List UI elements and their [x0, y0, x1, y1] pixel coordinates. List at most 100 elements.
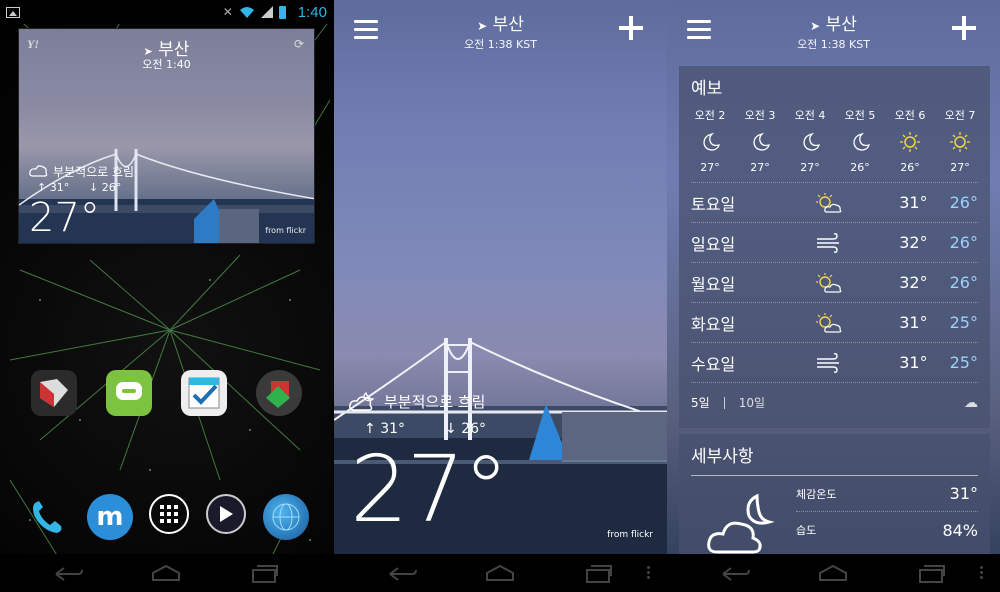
checklist-icon: [188, 377, 220, 409]
high-value: 31°: [380, 421, 406, 437]
moon-icon: [785, 123, 835, 161]
recents-icon: [919, 565, 946, 583]
city-label: 부산: [492, 15, 524, 35]
forecast-card: 예보 오전 2 27° 오전 3 27° 오전 4 27° 오전 5 26° 오…: [679, 66, 990, 428]
daily-row: 화요일 31° 25°: [691, 302, 978, 342]
dock: m: [0, 494, 333, 540]
home-button[interactable]: [816, 562, 850, 584]
hourly-item: 오전 4 27°: [785, 107, 835, 174]
location-arrow-icon: ➤: [810, 19, 821, 33]
day-high: 31°: [899, 313, 928, 332]
high-low: ↑ 31° ↓ 26°: [364, 421, 486, 437]
navigation-bar: [0, 554, 333, 592]
widget-high: ↑ 31°: [37, 181, 70, 194]
messenger-app[interactable]: m: [86, 494, 133, 540]
day-low: 25°: [949, 353, 978, 372]
daily-row: 수요일 31° 25°: [691, 342, 978, 382]
condition-text: 부분적으로 흐림: [384, 392, 486, 411]
weather-main-panel: ➤ 부산 오전 1:38 KST 부분적으로 흐림 ↑ 31° ↓ 26° 27…: [334, 0, 667, 592]
add-location-button[interactable]: [950, 14, 978, 42]
partly-sunny-icon: [807, 272, 850, 294]
daily-row: 토요일 31° 26°: [691, 182, 978, 222]
chat-app[interactable]: [105, 370, 152, 416]
home-screen-panel: ✕ 1:40 Y! ⟳ ➤ 부산 오전 1:40 부분적으로 흐림 ↑ 31°: [0, 0, 333, 592]
widget-temperature: 27°: [29, 195, 100, 241]
tab-5-day[interactable]: 5일: [691, 394, 710, 411]
navigation-bar: [334, 554, 667, 592]
daily-row: 일요일 32° 26°: [691, 222, 978, 262]
hour-temp: 27°: [800, 161, 820, 174]
recents-icon: [586, 565, 613, 583]
globe-icon: [272, 503, 300, 531]
hourly-item: 오전 7 27°: [935, 107, 985, 174]
hour-temp: 27°: [950, 161, 970, 174]
messenger-icon: m: [96, 502, 124, 532]
add-location-button[interactable]: [617, 14, 645, 42]
hour-temp: 26°: [900, 161, 920, 174]
feedly-app[interactable]: [256, 370, 303, 416]
home-icon: [819, 564, 848, 581]
status-bar: ✕ 1:40: [0, 0, 333, 24]
location-arrow-icon: ➤: [477, 19, 488, 33]
windy-icon: [807, 232, 850, 253]
widget-photo-credit: from flickr: [265, 226, 306, 235]
hour-label: 오전 5: [844, 109, 876, 122]
day-high: 32°: [899, 273, 928, 292]
day-low: 26°: [949, 233, 978, 252]
current-temperature: 27°: [350, 436, 509, 543]
weather-provider-icon[interactable]: ☁: [964, 395, 978, 411]
home-button[interactable]: [483, 562, 517, 584]
day-high: 32°: [899, 233, 928, 252]
daily-row: 월요일 32° 26°: [691, 262, 978, 302]
day-name: 월요일: [691, 274, 736, 294]
back-icon: [722, 567, 750, 581]
partly-cloudy-night-icon: [349, 392, 375, 411]
widget-time: 오전 1:40: [142, 58, 191, 71]
origami-app[interactable]: [30, 370, 77, 416]
wifi-icon: [239, 7, 254, 18]
hour-label: 오전 2: [694, 109, 726, 122]
forecast-panel: ➤ 부산 오전 1:38 KST 예보 오전 2 27° 오전 3 27° 오전…: [667, 0, 1000, 592]
origami-icon: [39, 379, 68, 407]
detail-row-feels-like: 체감온도 31°: [796, 476, 978, 512]
condition-line: 부분적으로 흐림: [348, 390, 485, 412]
back-button[interactable]: [52, 562, 86, 584]
recents-button[interactable]: [581, 562, 615, 584]
detail-label: 체감온도: [796, 487, 837, 501]
weather-widget[interactable]: Y! ⟳ ➤ 부산 오전 1:40 부분적으로 흐림 ↑ 31° ↓ 26° 2…: [18, 28, 315, 244]
recents-button[interactable]: [914, 562, 948, 584]
detail-row-humidity: 습도 84%: [796, 512, 978, 548]
recents-button[interactable]: [247, 562, 281, 584]
day-low: 26°: [949, 193, 978, 212]
moon-icon: [685, 123, 735, 161]
hour-label: 오전 4: [794, 109, 826, 122]
photo-credit[interactable]: from flickr: [607, 530, 653, 540]
back-button[interactable]: [719, 562, 753, 584]
widget-low: ↓ 26°: [89, 181, 122, 194]
status-time: 1:40: [297, 3, 327, 21]
overflow-menu-button[interactable]: [647, 566, 651, 580]
low-temp: ↓ 26°: [445, 421, 487, 437]
phone-app[interactable]: [24, 494, 70, 540]
hour-label: 오전 3: [744, 109, 776, 122]
notes-app[interactable]: [181, 370, 228, 416]
overflow-menu-button[interactable]: [980, 566, 984, 580]
navigation-bar: [667, 554, 1000, 592]
play-app[interactable]: [206, 494, 247, 534]
day-name: 토요일: [691, 194, 736, 214]
app-drawer-button[interactable]: [149, 494, 190, 534]
home-button[interactable]: [149, 562, 183, 584]
mute-icon: ✕: [222, 5, 233, 19]
tab-10-day[interactable]: 10일: [739, 394, 765, 411]
back-button[interactable]: [386, 562, 420, 584]
back-icon: [55, 567, 83, 581]
hourly-item: 오전 5 26°: [835, 107, 885, 174]
partly-sunny-icon: [807, 312, 850, 334]
back-icon: [389, 567, 417, 581]
signal-icon: [260, 6, 273, 18]
recents-icon: [252, 565, 279, 583]
city-label: 부산: [825, 15, 857, 35]
low-value: 26°: [461, 421, 487, 437]
phone-icon: [33, 501, 62, 533]
browser-app[interactable]: [262, 494, 309, 540]
